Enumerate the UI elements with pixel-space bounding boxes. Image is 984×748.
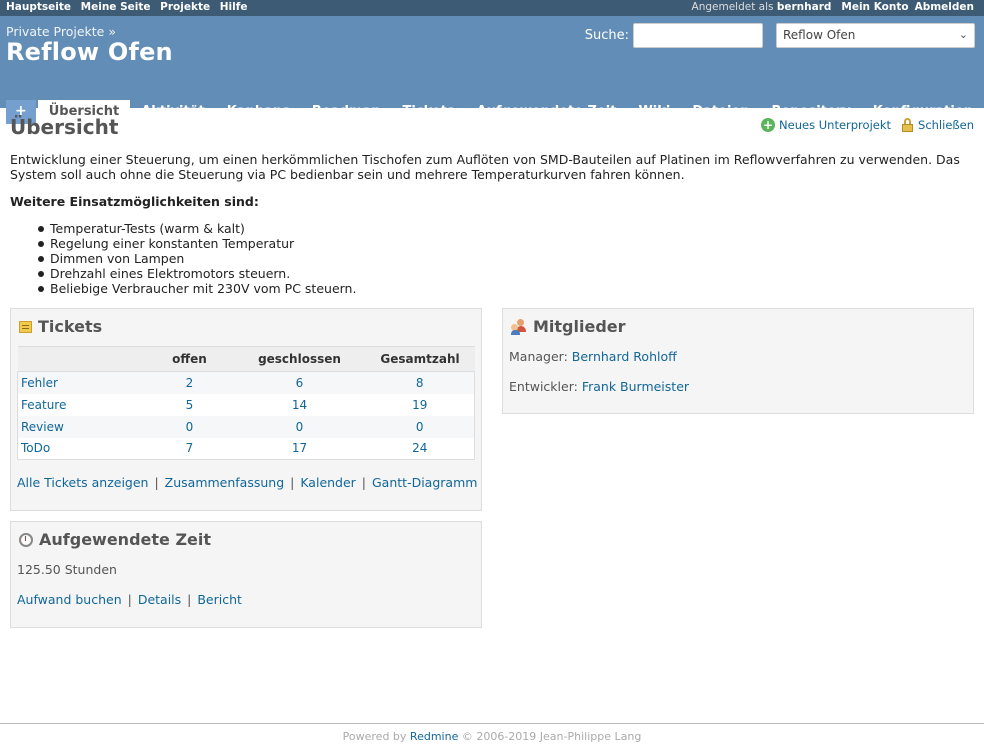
tickets-links: Alle Tickets anzeigen | Zusammenfassung … bbox=[17, 475, 478, 490]
add-icon: + bbox=[761, 118, 776, 132]
open-count-link[interactable]: 7 bbox=[186, 441, 194, 455]
my-page-link[interactable]: Meine Seite bbox=[81, 1, 151, 13]
logged-as: Angemeldet als bernhard bbox=[692, 1, 832, 13]
help-link[interactable]: Hilfe bbox=[220, 1, 248, 13]
closed-count-link[interactable]: 17 bbox=[292, 441, 307, 455]
all-tickets-link[interactable]: Alle Tickets anzeigen bbox=[17, 475, 148, 490]
column-header: offen bbox=[145, 346, 234, 372]
uses-heading: Weitere Einsatzmöglichkeiten sind: bbox=[10, 194, 259, 209]
project-description: Entwicklung einer Steuerung, um einen he… bbox=[10, 152, 960, 182]
ticket-icon bbox=[19, 320, 32, 333]
top-menu-left: Hauptseite Meine Seite Projekte Hilfe bbox=[6, 1, 253, 13]
developer-link[interactable]: Frank Burmeister bbox=[582, 379, 689, 394]
gantt-link[interactable]: Gantt-Diagramm bbox=[372, 475, 477, 490]
total-count-link[interactable]: 24 bbox=[412, 441, 427, 455]
logged-user[interactable]: bernhard bbox=[777, 1, 832, 13]
spent-time-box: Aufgewendete Zeit 125.50 Stunden Aufwand… bbox=[10, 521, 482, 628]
search-input[interactable] bbox=[633, 23, 763, 48]
total-count-link[interactable]: 19 bbox=[412, 398, 427, 412]
search-label: Suche: bbox=[584, 28, 629, 43]
clock-icon bbox=[19, 532, 33, 547]
list-item: Drehzahl eines Elektromotors steuern. bbox=[37, 266, 356, 281]
list-item: Dimmen von Lampen bbox=[37, 251, 356, 266]
members-heading: Mitglieder bbox=[511, 317, 626, 336]
column-header: geschlossen bbox=[233, 346, 366, 372]
list-item: Regelung einer konstanten Temperatur bbox=[37, 236, 356, 251]
tickets-title: Tickets bbox=[38, 317, 103, 336]
page-title: Übersicht bbox=[10, 115, 119, 139]
manager-label: Manager: bbox=[509, 349, 568, 364]
open-count-link[interactable]: 2 bbox=[186, 376, 194, 390]
close-project-label: Schließen bbox=[918, 118, 974, 132]
spent-time-heading: Aufgewendete Zeit bbox=[19, 530, 211, 549]
list-item: Temperatur-Tests (warm & kalt) bbox=[37, 221, 356, 236]
tracker-link[interactable]: Review bbox=[21, 420, 64, 434]
closed-count-link[interactable]: 14 bbox=[292, 398, 307, 412]
spent-time-title: Aufgewendete Zeit bbox=[39, 530, 212, 549]
project-jump-select[interactable]: Reflow Ofen ⌄ bbox=[776, 23, 975, 48]
redmine-link[interactable]: Redmine bbox=[410, 730, 458, 743]
members-box: Mitglieder Manager: Bernhard Rohloff Ent… bbox=[502, 308, 974, 414]
home-link[interactable]: Hauptseite bbox=[6, 1, 71, 13]
contextual-actions: + Neues Unterprojekt Schließen bbox=[761, 118, 974, 132]
column-header: Gesamtzahl bbox=[365, 346, 475, 372]
logged-as-label: Angemeldet als bbox=[691, 1, 774, 13]
table-row: Feature 5 14 19 bbox=[17, 393, 475, 416]
summary-link[interactable]: Zusammenfassung bbox=[165, 475, 285, 490]
spent-time-links: Aufwand buchen | Details | Bericht bbox=[17, 592, 242, 607]
tracker-link[interactable]: Feature bbox=[21, 398, 66, 412]
footer-copyright: © 2006-2019 Jean-Philippe Lang bbox=[461, 730, 642, 743]
header: Private Projekte » Reflow Ofen Suche: Re… bbox=[0, 16, 984, 124]
tickets-heading: Tickets bbox=[19, 317, 102, 336]
calendar-link[interactable]: Kalender bbox=[300, 475, 356, 490]
closed-count-link[interactable]: 6 bbox=[296, 376, 304, 390]
tracker-link[interactable]: ToDo bbox=[21, 441, 50, 455]
projects-link[interactable]: Projekte bbox=[160, 1, 210, 13]
top-menu-right: Angemeldet als bernhard Mein Konto Abmelde… bbox=[692, 1, 974, 13]
table-row: Review 0 0 0 bbox=[17, 415, 475, 438]
logout-link[interactable]: Abmelden bbox=[915, 1, 974, 13]
report-link[interactable]: Bericht bbox=[197, 592, 242, 607]
new-subproject-label: Neues Unterprojekt bbox=[779, 118, 892, 132]
total-count-link[interactable]: 0 bbox=[416, 420, 424, 434]
tickets-box: Tickets offen geschlossen Gesamtzahl Feh… bbox=[10, 308, 482, 511]
members-title: Mitglieder bbox=[533, 317, 626, 336]
open-count-link[interactable]: 0 bbox=[186, 420, 194, 434]
manager-link[interactable]: Bernhard Rohloff bbox=[572, 349, 677, 364]
table-row: ToDo 7 17 24 bbox=[17, 437, 475, 460]
column-header bbox=[17, 346, 146, 372]
lock-icon bbox=[901, 118, 914, 132]
total-count-link[interactable]: 8 bbox=[416, 376, 424, 390]
open-count-link[interactable]: 5 bbox=[186, 398, 194, 412]
developer-label: Entwickler: bbox=[509, 379, 578, 394]
closed-count-link[interactable]: 0 bbox=[296, 420, 304, 434]
list-item: Beliebige Verbraucher mit 230V vom PC st… bbox=[37, 281, 357, 296]
project-title: Reflow Ofen bbox=[6, 38, 173, 66]
content: Übersicht + Neues Unterprojekt Schließen… bbox=[0, 108, 984, 723]
developer-line: Entwickler: Frank Burmeister bbox=[509, 379, 689, 394]
footer: Powered by Redmine © 2006-2019 Jean-Phil… bbox=[0, 723, 984, 748]
log-time-link[interactable]: Aufwand buchen bbox=[17, 592, 122, 607]
tracker-link[interactable]: Fehler bbox=[21, 376, 58, 390]
new-subproject-link[interactable]: + Neues Unterprojekt bbox=[761, 118, 891, 132]
top-menu: Hauptseite Meine Seite Projekte Hilfe An… bbox=[0, 0, 984, 16]
tickets-table: offen geschlossen Gesamtzahl Fehler 2 6 … bbox=[17, 346, 475, 460]
spent-hours: 125.50 Stunden bbox=[17, 562, 117, 577]
uses-list: Temperatur-Tests (warm & kalt) Regelung … bbox=[37, 221, 357, 296]
chevron-down-icon: ⌄ bbox=[958, 28, 968, 41]
my-account-link[interactable]: Mein Konto bbox=[841, 1, 908, 13]
group-icon bbox=[511, 318, 527, 335]
details-link[interactable]: Details bbox=[138, 592, 181, 607]
parent-project-link[interactable]: Private Projekte » bbox=[6, 24, 116, 39]
footer-powered: Powered by bbox=[342, 730, 407, 743]
project-jump-value: Reflow Ofen bbox=[783, 28, 856, 42]
manager-line: Manager: Bernhard Rohloff bbox=[509, 349, 677, 364]
table-row: Fehler 2 6 8 bbox=[17, 371, 475, 394]
close-project-link[interactable]: Schließen bbox=[901, 118, 974, 132]
breadcrumb: Private Projekte » bbox=[6, 24, 116, 39]
